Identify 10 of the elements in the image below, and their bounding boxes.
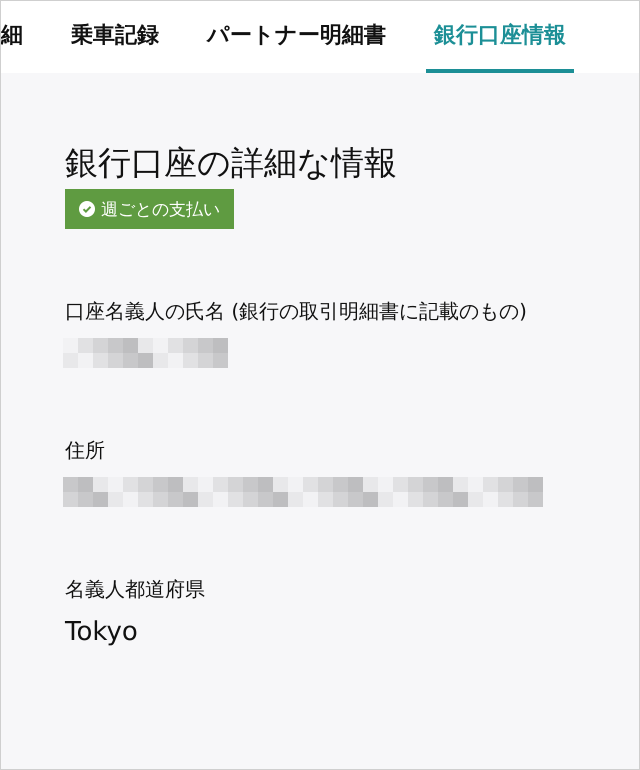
tab[interactable]: 乗車記録 [63, 1, 167, 73]
page-title: 銀行口座の詳細な情報 [65, 142, 398, 184]
field-label: 口座名義人の氏名 (銀行の取引明細書に記載のもの) [65, 298, 528, 325]
tab[interactable]: パートナー明細書 [199, 1, 394, 73]
tab[interactable]: 銀行口座情報 [426, 1, 574, 73]
check-circle-icon [79, 201, 95, 217]
field-value: Tokyo [65, 616, 139, 649]
field-label: 住所 [65, 437, 106, 464]
field-label: 名義人都道府県 [65, 576, 206, 603]
badge-label: 週ごとの支払い [101, 198, 220, 220]
